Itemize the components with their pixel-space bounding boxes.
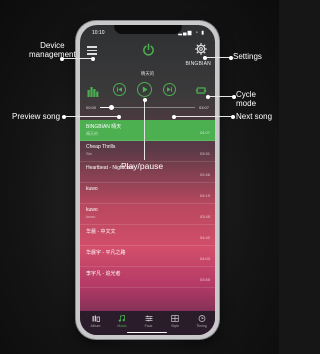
previous-song-button[interactable]: [113, 83, 126, 96]
tab-faux[interactable]: Faux: [135, 315, 162, 328]
song-duration: 04:42: [199, 235, 210, 240]
skip-next-icon: [167, 87, 172, 92]
song-title: 华晨 - 中文文: [86, 229, 116, 235]
callout-settings: Settings: [233, 52, 262, 61]
equalizer-icon: [145, 315, 152, 322]
callout-preview-song: Preview song: [12, 112, 61, 121]
song-row[interactable]: 华晨宇 - 平凡之路 04:03: [80, 246, 215, 267]
tab-album[interactable]: Album: [82, 315, 109, 328]
callout-line-cycle: [206, 94, 236, 99]
phone-frame: 10:10 ▂▄▆ ◔ ▮ BINGBIAN 晴天的 00:00 03:07 B…: [76, 21, 219, 339]
song-row[interactable]: kuwo kuwo 03:45: [80, 204, 215, 225]
tab-label: Timing: [196, 324, 207, 328]
equalizer-icon[interactable]: [87, 85, 99, 97]
progress-bar: 00:00 03:07: [86, 104, 209, 112]
song-title: kuwo: [86, 186, 98, 192]
song-duration: 03:31: [199, 151, 210, 156]
song-duration: 03:55: [199, 277, 210, 282]
tab-label: Faux: [144, 324, 153, 328]
song-row[interactable]: 华晨 - 中文文 04:42: [80, 225, 215, 246]
callout-cycle-mode: Cycle mode: [236, 90, 257, 108]
player-controls: [80, 81, 215, 101]
song-row[interactable]: BINGBIAN 晴天 晴天的 04:07: [80, 120, 215, 141]
device-management-button[interactable]: [87, 46, 97, 55]
progress-knob[interactable]: [109, 105, 115, 110]
song-title: Cheap Thrills: [86, 144, 116, 150]
callout-device-management-text: Device management: [29, 41, 76, 59]
phone-screen: 10:10 ▂▄▆ ◔ ▮ BINGBIAN 晴天的 00:00 03:07 B…: [80, 25, 215, 335]
song-duration: 04:03: [199, 256, 210, 261]
song-duration: 03:45: [199, 214, 210, 219]
play-pause-button[interactable]: [137, 82, 152, 97]
bottom-tab-bar: Album Music Faux Style Timing: [80, 311, 215, 335]
clock-icon: [198, 315, 205, 322]
device-name: BINGBIAN: [185, 61, 211, 67]
tab-music[interactable]: Music: [109, 315, 136, 328]
top-bar: BINGBIAN: [80, 41, 215, 67]
album-icon: [92, 315, 100, 322]
music-note-icon: [118, 315, 125, 322]
callout-line-play: [142, 98, 147, 160]
song-duration: 04:07: [199, 130, 210, 135]
song-duration: 04:19: [199, 193, 210, 198]
song-title: 李宇凡 - 追光者: [86, 271, 121, 277]
notch: [114, 25, 182, 34]
tab-style[interactable]: Style: [162, 315, 189, 328]
elapsed-time: 00:00: [86, 105, 97, 110]
grid-icon: [171, 315, 179, 322]
power-icon[interactable]: [142, 43, 155, 56]
tab-label: Style: [171, 324, 179, 328]
song-row[interactable]: 李宇凡 - 追光者 03:55: [80, 267, 215, 288]
status-icons: ▂▄▆ ◔ ▮: [178, 30, 205, 36]
song-list: BINGBIAN 晴天 晴天的 04:07 Cheap Thrills Sia 03:31…: [80, 120, 215, 311]
skip-previous-icon: [117, 87, 122, 92]
tab-timing[interactable]: Timing: [188, 315, 215, 328]
callout-line-next: [172, 114, 235, 119]
settings-gear-icon[interactable]: [195, 43, 207, 55]
song-subtitle: kuwo: [86, 214, 96, 219]
status-time: 10:10: [92, 30, 105, 36]
total-time: 03:07: [198, 105, 209, 110]
callout-device-management: Device management: [29, 41, 76, 59]
next-song-button[interactable]: [163, 83, 176, 96]
progress-track[interactable]: [100, 105, 195, 110]
callout-play-pause: Play/pause: [121, 161, 164, 171]
callout-line-settings: [203, 55, 233, 60]
callout-line-preview: [62, 114, 121, 119]
song-row[interactable]: Cheap Thrills Sia 03:31: [80, 141, 215, 162]
home-indicator: [127, 331, 167, 333]
song-duration: 02:46: [199, 172, 210, 177]
song-title: 华晨宇 - 平凡之路: [86, 250, 126, 256]
callout-line-device: [60, 56, 95, 61]
song-subtitle: 晴天的: [86, 131, 98, 136]
callout-next-song: Next song: [236, 112, 273, 121]
tab-label: Album: [90, 324, 101, 328]
song-title: kuwo: [86, 207, 98, 213]
song-subtitle: Sia: [86, 151, 92, 156]
tab-label: Music: [117, 324, 127, 328]
play-icon: [142, 86, 148, 93]
now-playing-title: 晴天的: [140, 71, 155, 76]
song-title: BINGBIAN 晴天: [86, 124, 122, 130]
song-row[interactable]: kuwo 04:19: [80, 183, 215, 204]
